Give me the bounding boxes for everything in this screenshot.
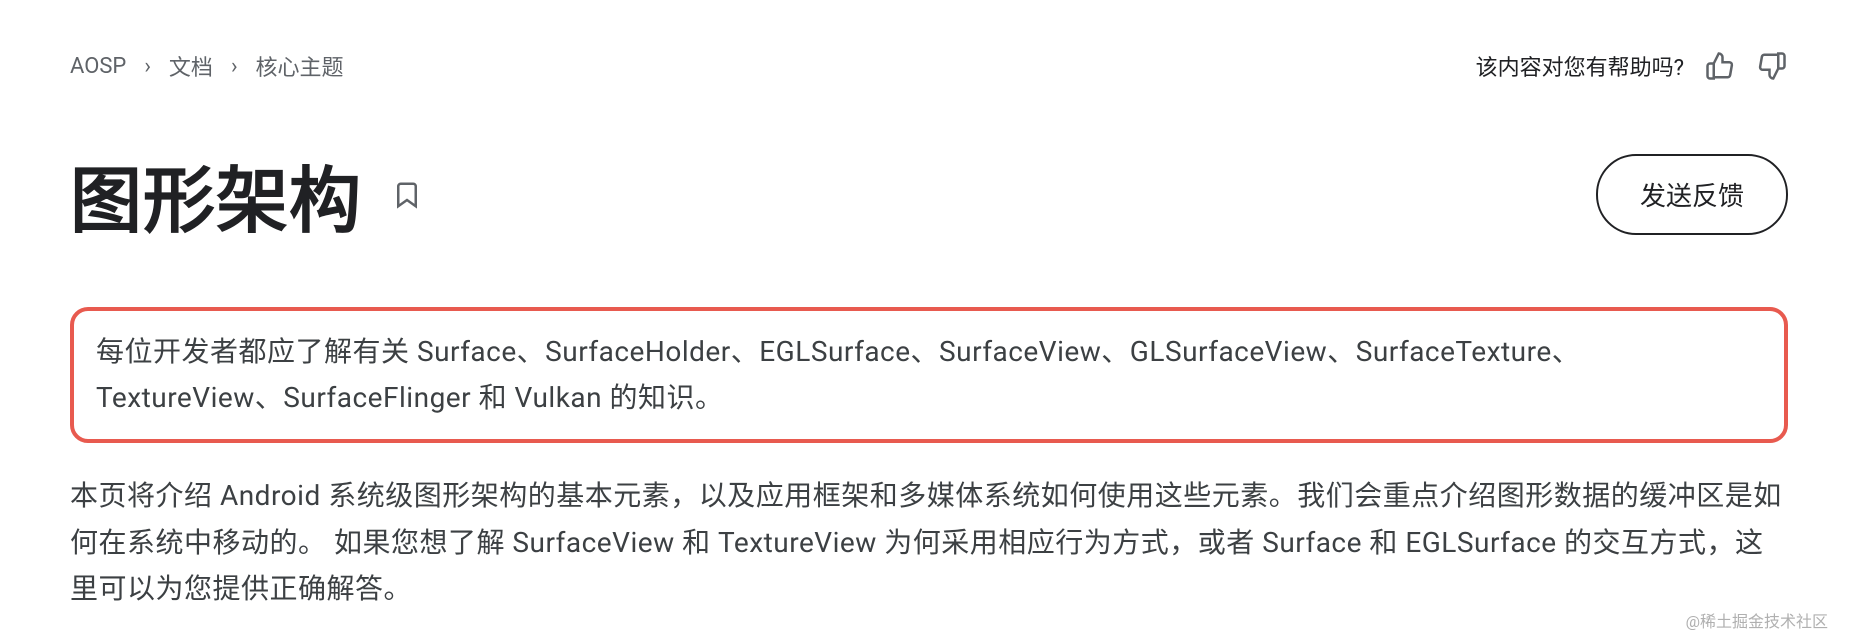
highlighted-callout: 每位开发者都应了解有关 Surface、SurfaceHolder、EGLSur… bbox=[70, 307, 1788, 443]
watermark-text: @稀土掘金技术社区 bbox=[1686, 608, 1828, 632]
breadcrumb-item-core-topics[interactable]: 核心主题 bbox=[256, 50, 344, 82]
feedback-prompt-group: 该内容对您有帮助吗? bbox=[1476, 50, 1788, 82]
body-paragraph: 本页将介绍 Android 系统级图形架构的基本元素，以及应用框架和多媒体系统如… bbox=[70, 473, 1788, 612]
thumbs-down-button[interactable] bbox=[1756, 50, 1788, 82]
bookmark-icon bbox=[392, 177, 422, 213]
highlighted-paragraph: 每位开发者都应了解有关 Surface、SurfaceHolder、EGLSur… bbox=[96, 329, 1762, 421]
page-title: 图形架构 bbox=[70, 142, 362, 247]
feedback-prompt-text: 该内容对您有帮助吗? bbox=[1476, 50, 1684, 82]
bookmark-button[interactable] bbox=[392, 177, 422, 213]
breadcrumb-item-aosp[interactable]: AOSP bbox=[70, 54, 126, 79]
breadcrumb: AOSP › 文档 › 核心主题 bbox=[70, 50, 344, 82]
chevron-right-icon: › bbox=[144, 54, 151, 79]
send-feedback-button[interactable]: 发送反馈 bbox=[1596, 154, 1788, 235]
thumbs-up-icon bbox=[1705, 51, 1735, 81]
thumbs-down-icon bbox=[1757, 51, 1787, 81]
chevron-right-icon: › bbox=[231, 54, 238, 79]
thumbs-up-button[interactable] bbox=[1704, 50, 1736, 82]
breadcrumb-item-docs[interactable]: 文档 bbox=[169, 50, 213, 82]
